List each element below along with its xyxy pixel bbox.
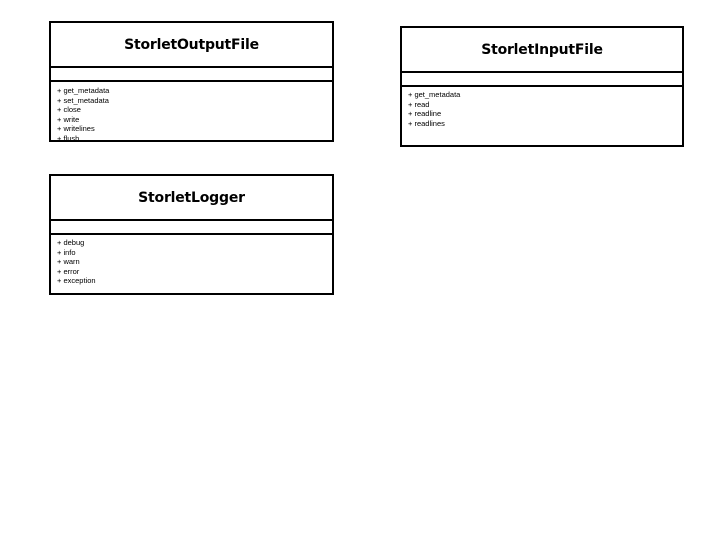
- operation-item: + writelines: [57, 124, 95, 133]
- operation-item: + exception: [57, 276, 96, 285]
- class-operations-compartment: + get_metadata + set_metadata + close + …: [51, 82, 332, 142]
- class-attributes-compartment: [51, 221, 332, 235]
- operation-item: + get_metadata: [57, 86, 110, 95]
- class-box-storlet-output-file: StorletOutputFile + get_metadata + set_m…: [49, 21, 334, 142]
- operation-item: + close: [57, 105, 81, 114]
- class-name: StorletInputFile: [402, 28, 682, 73]
- class-box-storlet-logger: StorletLogger + debug + info + warn + er…: [49, 174, 334, 295]
- class-operations-compartment: + get_metadata + read + readline + readl…: [402, 87, 682, 146]
- operation-item: + readlines: [408, 118, 445, 128]
- operation-item: + debug: [57, 238, 85, 247]
- class-attributes-compartment: [402, 73, 682, 87]
- operation-item: + get_metadata: [408, 90, 461, 99]
- class-attributes-compartment: [51, 68, 332, 82]
- operation-item: + warn: [57, 257, 80, 266]
- class-box-storlet-input-file: StorletInputFile + get_metadata + read +…: [400, 26, 684, 147]
- operation-item: + readline: [408, 109, 442, 118]
- operation-item: + info: [57, 247, 76, 257]
- operation-item: + write: [57, 114, 80, 124]
- operation-item: + read: [408, 99, 430, 109]
- class-name: StorletOutputFile: [51, 23, 332, 68]
- operation-item: + flush: [57, 133, 80, 143]
- operation-item: + set_metadata: [57, 95, 109, 105]
- class-name: StorletLogger: [51, 176, 332, 221]
- operation-item: + error: [57, 266, 80, 276]
- class-operations-compartment: + debug + info + warn + error + exceptio…: [51, 235, 332, 294]
